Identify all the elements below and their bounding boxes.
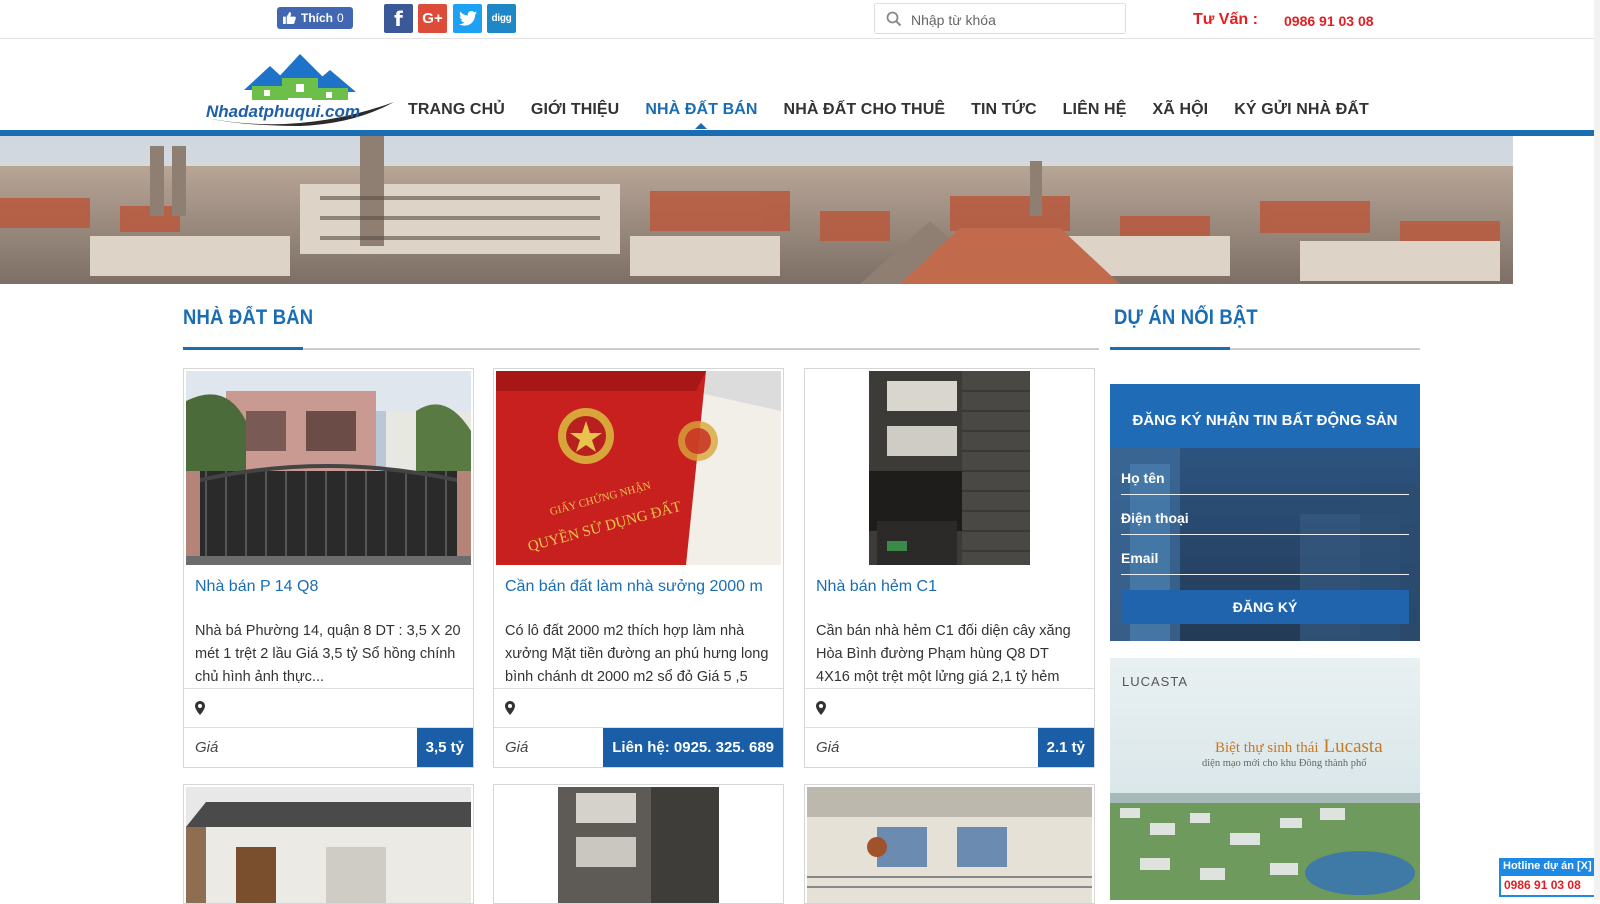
listing-card[interactable]: Nhà bán hẻm C1 Cần bán nhà hẻm C1 đối di… <box>804 368 1095 768</box>
like-label: Thích <box>301 11 333 25</box>
search-box[interactable] <box>874 3 1126 34</box>
logo-text: Nhadatphuqui.com <box>206 102 360 121</box>
main-nav: TRANG CHỦ GIỚI THIỆU NHÀ ĐẤT BÁN NHÀ ĐẤT… <box>408 101 1395 129</box>
consult-phone[interactable]: 0986 91 03 08 <box>1284 13 1374 29</box>
lucasta-tagline: diện mạo mới cho khu Đông thành phố <box>1202 758 1367 769</box>
listing-image[interactable] <box>807 787 1092 903</box>
search-icon <box>886 11 902 27</box>
listing-price-row: Giá Liên hệ: 0925. 325. 689 <box>494 727 783 767</box>
phone-field[interactable]: Điện thoại <box>1121 510 1409 535</box>
listing-description: Cần bán nhà hẻm C1 đối diện cây xăng Hòa… <box>816 623 1071 685</box>
listing-location <box>805 688 1094 727</box>
listing-card[interactable] <box>183 784 474 904</box>
twitter-icon <box>458 11 477 26</box>
price-label: Giá <box>195 739 219 756</box>
svg-text:Biệt thự sinh tháiLucasta: Biệt thự sinh thái Lucasta <box>1215 736 1383 757</box>
price-value: 3,5 tỷ <box>416 728 473 767</box>
nav-item-home[interactable]: TRANG CHỦ <box>408 101 505 119</box>
twitter-share-button[interactable] <box>453 4 482 33</box>
nav-item-about[interactable]: GIỚI THIỆU <box>531 101 619 119</box>
price-value: Liên hệ: 0925. 325. 689 <box>603 728 783 767</box>
listing-image[interactable]: GIẤY CHỨNG NHẬN QUYỀN SỬ DỤNG ĐẤT <box>496 371 781 565</box>
digg-share-button[interactable]: digg <box>487 4 516 33</box>
hotline-label[interactable]: Hotline dự án [X] <box>1499 858 1600 874</box>
listing-description: Có lô đất 2000 m2 thích hợp làm nhà xưởn… <box>505 623 769 685</box>
listing-card[interactable]: Nhà bán P 14 Q8 Nhà bá Phường 14, quận 8… <box>183 368 474 768</box>
nav-item-social[interactable]: XÃ HỘI <box>1153 101 1209 119</box>
listing-image[interactable] <box>186 371 471 565</box>
listing-card[interactable] <box>804 784 1095 904</box>
map-pin-icon <box>816 701 826 715</box>
thumbs-up-icon <box>283 12 296 24</box>
listing-title[interactable]: Nhà bán hẻm C1 <box>816 578 1083 600</box>
map-pin-icon <box>195 701 205 715</box>
listing-title[interactable]: Cần bán đất làm nhà sưởng 2000 m <box>505 578 772 600</box>
city-banner-image <box>0 136 1513 284</box>
price-label: Giá <box>816 739 840 756</box>
lucasta-project-ad[interactable]: LUCASTA Biệt thự sinh thái Lucasta diện m… <box>1110 658 1420 900</box>
house-logo-icon: Nhadatphuqui.com <box>206 54 394 126</box>
lucasta-headline: Biệt thự sinh thái <box>1215 740 1319 756</box>
newsletter-signup-form: ĐĂNG KÝ NHẬN TIN BẤT ĐỘNG SẢN Họ tên Điệ… <box>1110 384 1420 641</box>
main-section-title: NHÀ ĐẤT BÁN <box>183 306 314 329</box>
price-label: Giá <box>505 739 529 756</box>
nav-item-news[interactable]: TIN TỨC <box>971 101 1037 119</box>
name-field[interactable]: Họ tên <box>1121 470 1409 495</box>
facebook-share-button[interactable]: f <box>384 4 413 33</box>
main-section-divider <box>183 347 1099 350</box>
lucasta-brand: LUCASTA <box>1122 674 1188 689</box>
listing-card[interactable] <box>493 784 784 904</box>
listing-location <box>494 688 783 727</box>
listing-description: Nhà bá Phường 14, quận 8 DT : 3,5 X 20 m… <box>195 623 461 685</box>
listing-card[interactable]: GIẤY CHỨNG NHẬN QUYỀN SỬ DỤNG ĐẤT Cần bá… <box>493 368 784 768</box>
consult-label: Tư Vấn : <box>1193 11 1258 28</box>
search-input[interactable] <box>909 10 1113 30</box>
hotline-phone[interactable]: 0986 91 03 08 <box>1499 874 1600 897</box>
nav-item-for-rent[interactable]: NHÀ ĐẤT CHO THUÊ <box>784 101 946 119</box>
digg-icon: digg <box>491 13 512 24</box>
listing-image[interactable] <box>496 787 781 903</box>
listing-image[interactable] <box>807 371 1092 565</box>
facebook-icon: f <box>394 6 403 31</box>
site-logo[interactable]: Nhadatphuqui.com <box>204 52 396 126</box>
price-value: 2.1 tỷ <box>1037 728 1094 767</box>
listing-price-row: Giá 2.1 tỷ <box>805 727 1094 767</box>
nav-item-contact[interactable]: LIÊN HỆ <box>1063 101 1127 119</box>
hotline-widget[interactable]: Hotline dự án [X] 0986 91 03 08 <box>1499 858 1600 900</box>
like-count: 0 <box>337 11 344 25</box>
listing-title[interactable]: Nhà bán P 14 Q8 <box>195 578 462 600</box>
sidebar-section-divider <box>1110 347 1420 350</box>
listing-image[interactable] <box>186 787 471 903</box>
phone-field-label: Điện thoại <box>1121 510 1189 526</box>
google-plus-share-button[interactable]: G+ <box>418 4 447 33</box>
facebook-like-button[interactable]: Thích 0 <box>277 7 353 29</box>
name-field-label: Họ tên <box>1121 470 1165 486</box>
listing-location <box>184 688 473 727</box>
register-button[interactable]: ĐĂNG KÝ <box>1121 590 1409 624</box>
lucasta-headline-name: Lucasta <box>1324 736 1384 757</box>
top-bar: Thích 0 f G+ digg Tư Vấn : 0986 91 03 08 <box>0 0 1600 39</box>
google-plus-icon: G+ <box>422 10 443 27</box>
map-pin-icon <box>505 701 515 715</box>
signup-heading: ĐĂNG KÝ NHẬN TIN BẤT ĐỘNG SẢN <box>1110 384 1420 448</box>
nav-item-consign[interactable]: KÝ GỬI NHÀ ĐẤT <box>1234 101 1369 119</box>
sidebar-section-title: DỰ ÁN NỔI BẬT <box>1114 306 1258 329</box>
email-field-label: Email <box>1121 550 1159 566</box>
nav-item-for-sale[interactable]: NHÀ ĐẤT BÁN <box>645 101 757 129</box>
listing-price-row: Giá 3,5 tỷ <box>184 727 473 767</box>
email-field[interactable]: Email <box>1121 550 1409 575</box>
scrollbar[interactable] <box>1594 0 1600 900</box>
